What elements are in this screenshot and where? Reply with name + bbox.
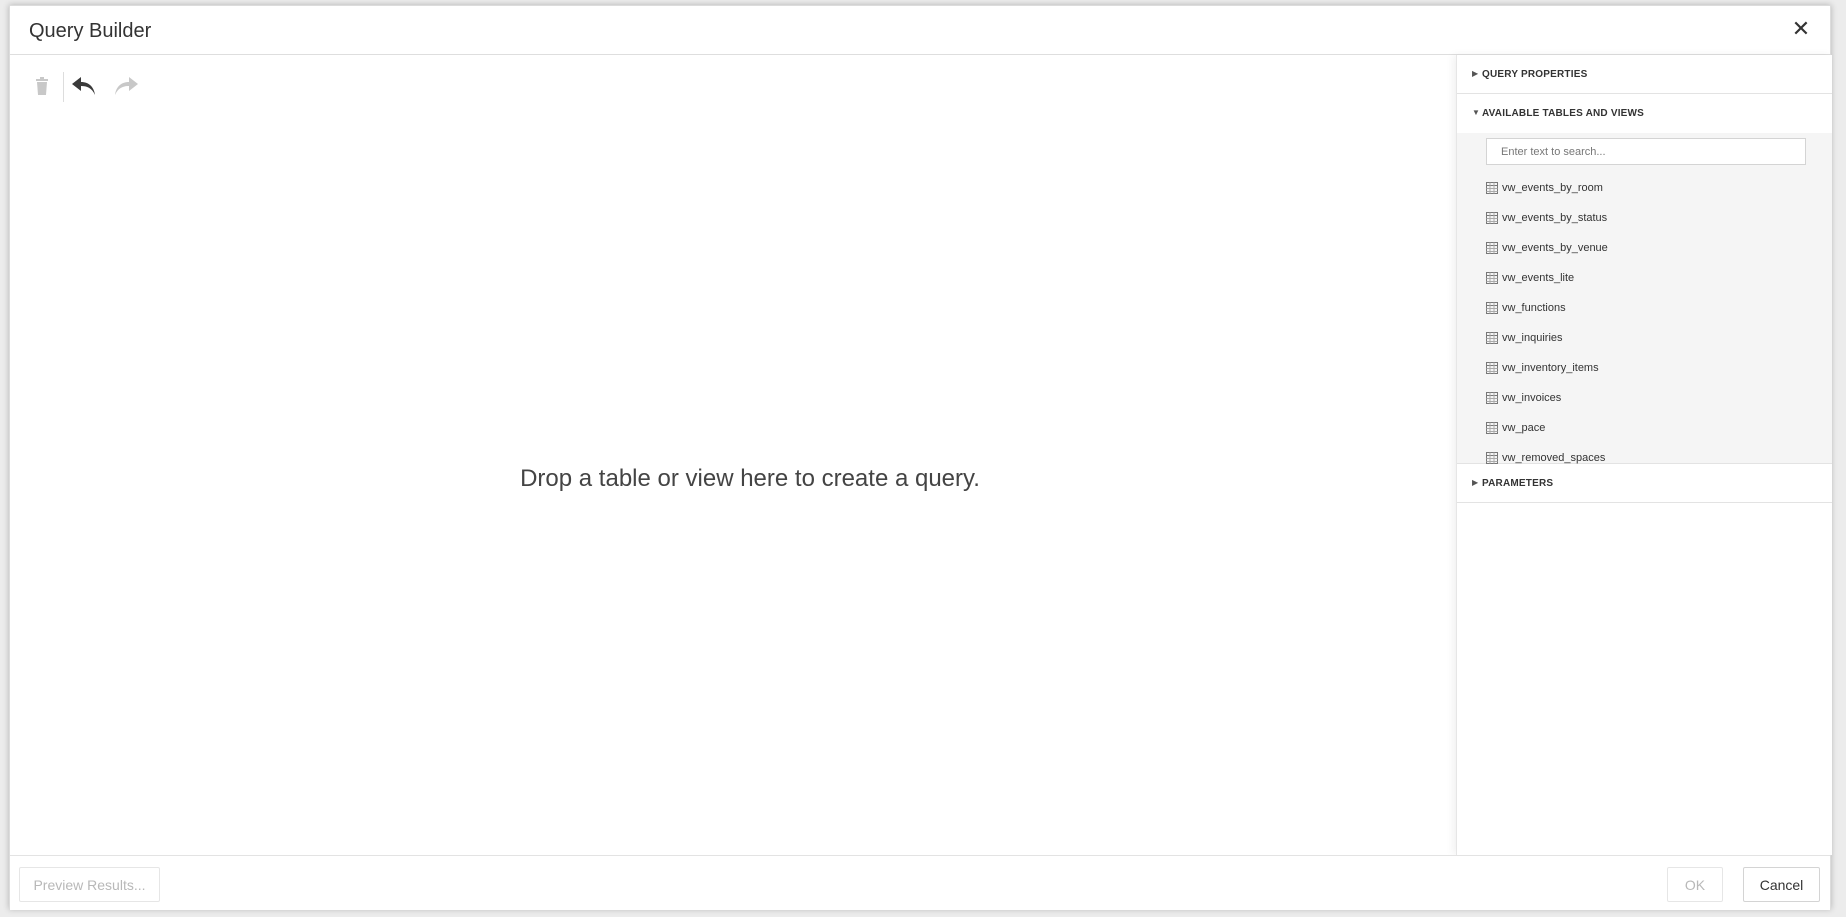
undo-button[interactable] (68, 69, 100, 103)
table-icon (1486, 182, 1498, 194)
section-label: QUERY PROPERTIES (1482, 69, 1588, 80)
redo-icon (115, 77, 138, 95)
table-name: vw_invoices (1502, 392, 1562, 404)
dialog-titlebar: Query Builder ✕ (10, 6, 1830, 55)
table-name: vw_events_by_room (1502, 182, 1603, 194)
table-icon (1486, 302, 1498, 314)
table-list-item[interactable]: vw_events_lite (1486, 263, 1608, 293)
table-icon (1486, 392, 1498, 404)
table-list-item[interactable]: vw_events_by_room (1486, 173, 1608, 203)
table-name: vw_events_by_status (1502, 212, 1608, 224)
delete-button[interactable] (26, 69, 58, 103)
redo-button[interactable] (110, 69, 142, 103)
table-list-item[interactable]: vw_inventory_items (1486, 353, 1608, 383)
table-name: vw_events_lite (1502, 272, 1575, 284)
trash-icon (36, 77, 48, 95)
drop-hint: Drop a table or view here to create a qu… (520, 465, 980, 492)
section-available-tables[interactable]: ▼ AVAILABLE TABLES AND VIEWS (1457, 94, 1832, 133)
section-query-properties[interactable]: ▶ QUERY PROPERTIES (1457, 55, 1832, 94)
tables-list-panel: vw_events_by_room vw_events_by_status vw_e… (1457, 133, 1832, 464)
ok-button[interactable]: OK (1667, 867, 1723, 902)
table-icon (1486, 242, 1498, 254)
tables-list: vw_events_by_room vw_events_by_status vw_e… (1486, 173, 1608, 473)
undo-icon (72, 77, 95, 95)
table-icon (1486, 272, 1498, 284)
table-name: vw_inquiries (1502, 332, 1563, 344)
table-name: vw_removed_spaces (1502, 452, 1606, 464)
section-label: AVAILABLE TABLES AND VIEWS (1482, 108, 1645, 119)
cancel-button[interactable]: Cancel (1743, 867, 1820, 902)
query-builder-dialog: Query Builder ✕ Drop a table or view her… (9, 5, 1832, 910)
expand-arrow-icon: ▶ (1472, 69, 1479, 78)
table-icon (1486, 332, 1498, 344)
expand-arrow-icon: ▶ (1472, 478, 1479, 487)
table-list-item[interactable]: vw_events_by_venue (1486, 233, 1608, 263)
table-icon (1486, 422, 1498, 434)
collapse-arrow-icon: ▼ (1472, 108, 1481, 117)
toolbar-separator (63, 72, 64, 102)
section-label: PARAMETERS (1482, 478, 1554, 489)
table-icon (1486, 362, 1498, 374)
search-input[interactable] (1486, 138, 1806, 165)
preview-results-button[interactable]: Preview Results... (19, 867, 160, 902)
table-name: vw_inventory_items (1502, 362, 1599, 374)
table-name: vw_pace (1502, 422, 1546, 434)
close-icon[interactable]: ✕ (1790, 18, 1812, 40)
table-name: vw_events_by_venue (1502, 242, 1608, 254)
dialog-title: Query Builder (29, 20, 152, 42)
query-canvas[interactable]: Drop a table or view here to create a qu… (10, 55, 1456, 855)
table-list-item[interactable]: vw_pace (1486, 413, 1608, 443)
table-icon (1486, 212, 1498, 224)
table-list-item[interactable]: vw_events_by_status (1486, 203, 1608, 233)
section-parameters[interactable]: ▶ PARAMETERS (1457, 464, 1832, 503)
table-list-item[interactable]: vw_functions (1486, 293, 1608, 323)
table-list-item[interactable]: vw_invoices (1486, 383, 1608, 413)
table-name: vw_functions (1502, 302, 1566, 314)
table-list-item[interactable]: vw_inquiries (1486, 323, 1608, 353)
table-icon (1486, 452, 1498, 464)
side-panel: ▶ QUERY PROPERTIES ▼ AVAILABLE TABLES AN… (1456, 55, 1832, 855)
dialog-footer: Preview Results... OK Cancel (10, 855, 1830, 910)
